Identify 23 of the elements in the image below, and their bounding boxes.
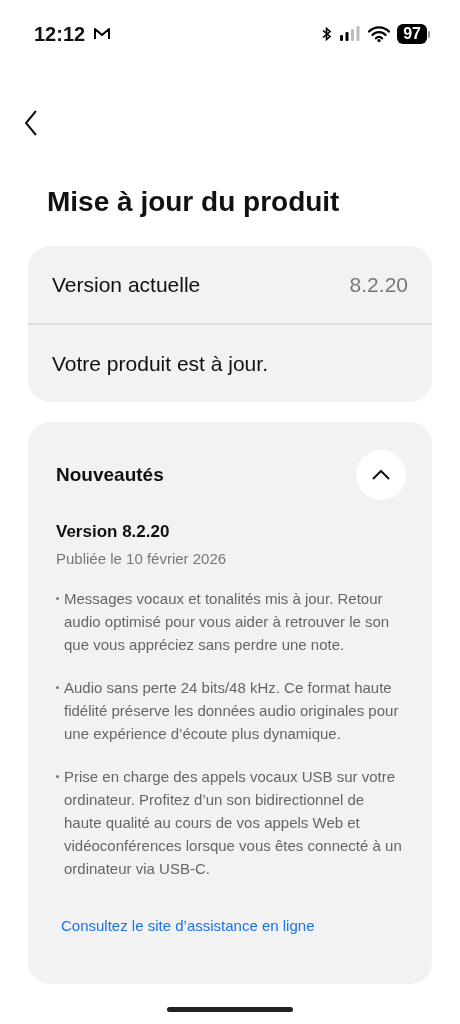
signal-icon bbox=[339, 26, 362, 42]
update-status: Votre produit est à jour. bbox=[52, 351, 268, 376]
chevron-icon bbox=[371, 469, 391, 481]
release-note: Audio sans perte 24 bits/48 kHz. Ce format haute fidélité préserve les données audio originales pour une expérience d’écoute plus dynamique. bbox=[64, 678, 400, 744]
support-link[interactable]: Consultez le site d’assistance en ligne bbox=[61, 917, 315, 934]
page-title: Mise à jour du produit bbox=[47, 186, 341, 218]
version-label: Version actuelle bbox=[52, 272, 201, 297]
bullet-icon bbox=[56, 597, 59, 600]
bullet-icon bbox=[56, 686, 59, 689]
release-note: Prise en charge des appels vocaux USB sur votre ordinateur. Profitez d’un son bidirectionnel de haute qualité au cours de vos appels Web et vidéoconférences lorsque vous êtes connecté à un ordinateur via USB-C. bbox=[64, 767, 403, 879]
release-version: Version 8.2.20 bbox=[56, 522, 171, 542]
bluetooth-icon bbox=[322, 26, 333, 42]
back-button[interactable] bbox=[22, 108, 40, 138]
section-heading: Nouveautés bbox=[56, 464, 164, 486]
status-time: 12:12 bbox=[34, 22, 86, 46]
wifi-icon bbox=[368, 26, 391, 42]
back-icon bbox=[24, 110, 38, 136]
bullet-icon bbox=[56, 775, 59, 778]
mail-icon bbox=[93, 27, 112, 41]
release-note: Messages vocaux et tonalités mis à jour. Retour audio optimisé pour vous aider à retrouver le son que vous appréciez sans perdre une note. bbox=[64, 589, 391, 655]
version-value: 8.2.20 bbox=[349, 272, 408, 297]
release-date: Publiée le 10 février 2026 bbox=[56, 550, 228, 567]
battery-level: 97 bbox=[397, 24, 427, 44]
